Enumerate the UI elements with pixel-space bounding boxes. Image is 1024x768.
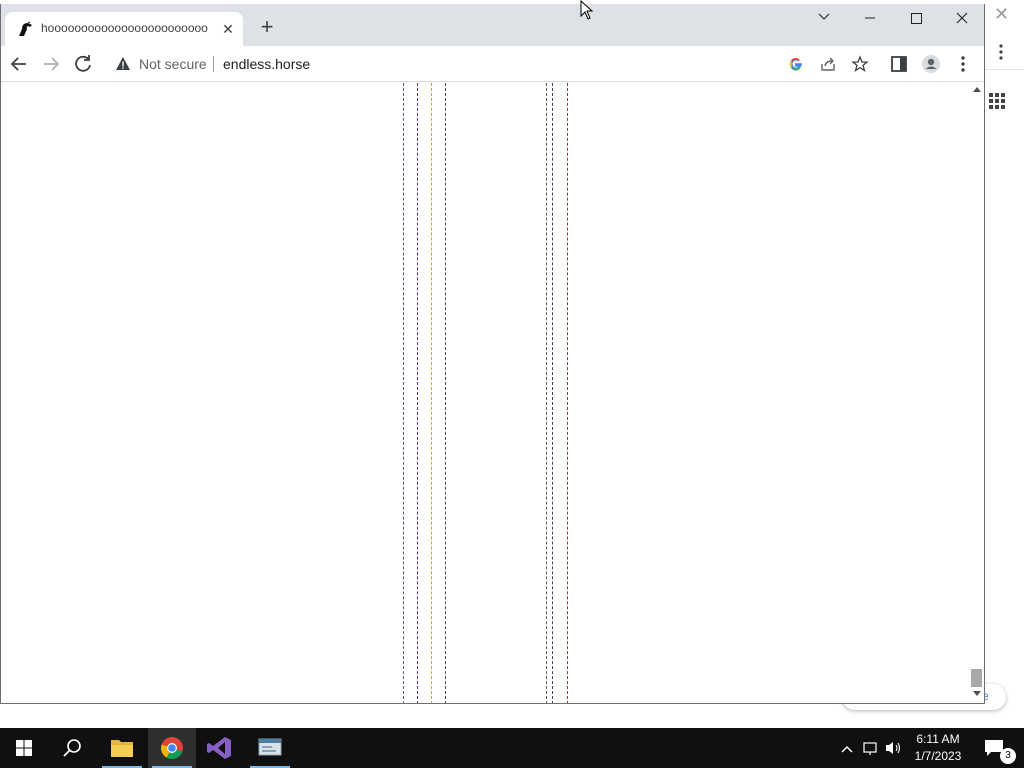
app-taskbar-button[interactable] [246, 728, 294, 768]
notification-icon [985, 740, 1003, 756]
horse-leg-line [403, 83, 404, 703]
url-text[interactable]: endless.horse [223, 56, 310, 72]
folder-icon [111, 740, 133, 757]
address-bar[interactable]: Not secure endless.horse [105, 50, 875, 78]
chrome-taskbar-button[interactable] [148, 728, 196, 768]
new-tab-button[interactable]: + [256, 16, 278, 38]
clock-date: 1/7/2023 [914, 749, 962, 763]
tab-active[interactable]: hoooooooooooooooooooooooo ✕ [5, 12, 243, 46]
system-tray[interactable] [836, 728, 906, 768]
horse-leg-line [546, 83, 547, 703]
divider [213, 56, 214, 72]
tab-strip: hoooooooooooooooooooooooo ✕ + [1, 4, 985, 46]
horse-leg-line [417, 83, 418, 703]
scroll-down-icon[interactable] [973, 691, 981, 696]
chevron-up-icon [841, 746, 853, 753]
horse-leg-line [552, 83, 553, 703]
background-menu-icon[interactable] [998, 42, 1004, 62]
horse-leg-line [567, 83, 568, 703]
kebab-menu-icon[interactable] [951, 52, 975, 76]
desktop: ✕ e hoooooooooooooooooooooooo ✕ + Not se… [0, 0, 1024, 768]
file-explorer-taskbar-button[interactable] [98, 728, 146, 768]
background-window[interactable]: ✕ [984, 0, 1024, 720]
security-status-label: Not secure [139, 56, 207, 72]
tab-close-icon[interactable]: ✕ [219, 20, 237, 38]
bookmark-star-icon[interactable] [851, 55, 869, 73]
warning-icon[interactable] [115, 56, 131, 72]
horse-leg-line [431, 83, 432, 703]
notification-count-badge: 3 [1000, 748, 1016, 764]
apps-grid-icon[interactable] [988, 92, 1006, 110]
clock-time: 6:11 AM [916, 732, 960, 746]
chevron-down-icon[interactable] [801, 4, 847, 32]
forward-arrow-icon[interactable] [39, 52, 63, 76]
minimize-icon[interactable] [847, 4, 893, 32]
page-content[interactable] [1, 83, 969, 703]
background-toolbar [984, 36, 1024, 70]
search-icon[interactable] [48, 728, 96, 768]
tab-title: hoooooooooooooooooooooooo [41, 21, 208, 35]
back-arrow-icon[interactable] [7, 52, 31, 76]
visual-studio-icon[interactable] [196, 728, 244, 768]
app-window-icon [258, 738, 282, 756]
reload-icon[interactable] [71, 52, 95, 76]
network-icon [863, 742, 877, 753]
close-icon[interactable] [939, 4, 985, 32]
profile-avatar-icon[interactable] [919, 52, 943, 76]
vertical-scrollbar[interactable] [969, 83, 984, 703]
scrollbar-thumb[interactable] [971, 669, 982, 687]
system-clock[interactable]: 6:11 AM 1/7/2023 [908, 731, 968, 767]
scroll-up-icon[interactable] [973, 87, 981, 92]
browser-window: hoooooooooooooooooooooooo ✕ + Not secure… [0, 4, 985, 704]
horse-icon [19, 21, 32, 36]
google-icon[interactable] [787, 55, 805, 73]
browser-toolbar: Not secure endless.horse [1, 46, 984, 82]
mouse-cursor-icon [580, 0, 594, 20]
side-panel-icon[interactable] [887, 52, 911, 76]
chrome-icon [161, 737, 183, 760]
volume-icon [886, 742, 893, 754]
taskbar: 6:11 AM 1/7/2023 3 [0, 728, 1024, 768]
share-icon[interactable] [819, 55, 837, 73]
background-close-icon[interactable]: ✕ [994, 4, 1009, 24]
maximize-icon[interactable] [893, 4, 939, 32]
horse-leg-line [445, 83, 446, 703]
notification-center-button[interactable]: 3 [978, 728, 1024, 768]
windows-start-icon[interactable] [0, 728, 48, 768]
